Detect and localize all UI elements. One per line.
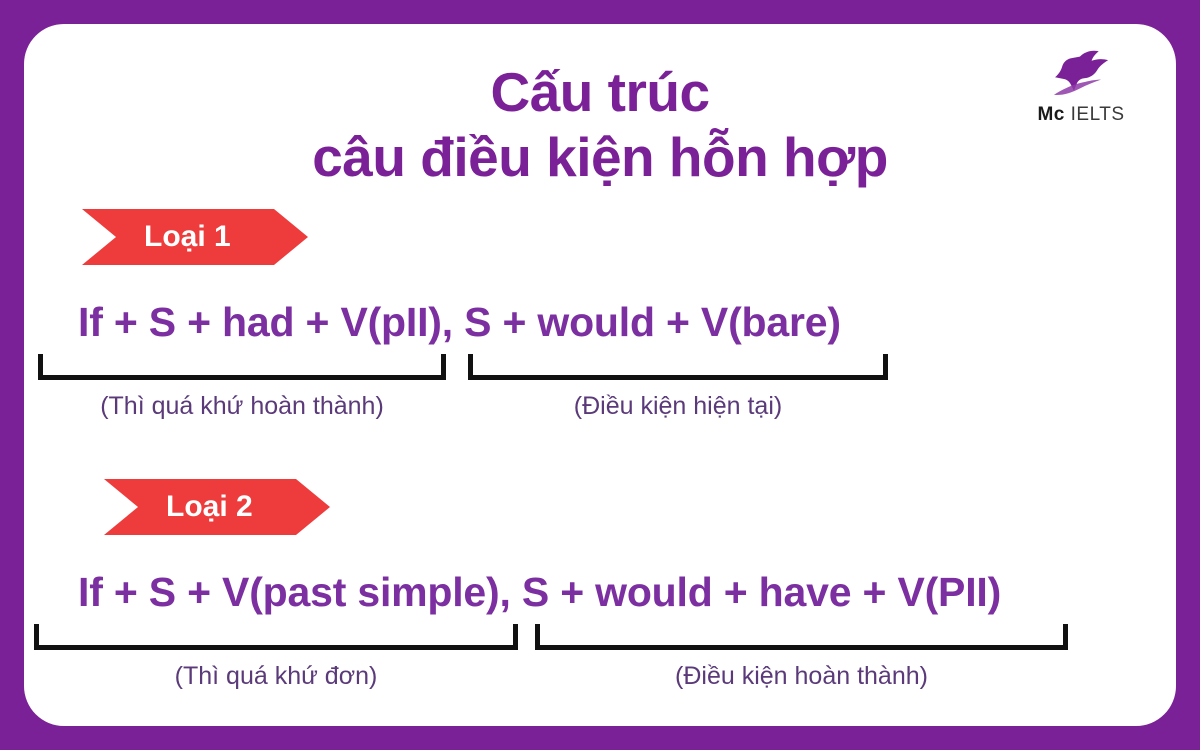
title-line-2: câu điều kiện hỗn hợp	[312, 125, 888, 188]
infographic-canvas: Mc IELTS Cấu trúc câu điều kiện hỗn hợp …	[0, 0, 1200, 750]
caption-left-type-2: (Thì quá khứ đơn)	[174, 662, 378, 690]
ribbon-banner-type-2: Loại 2	[104, 479, 330, 535]
caption-row-type-1: (Thì quá khứ hoàn thành) (Điều kiện hiện…	[24, 392, 1176, 432]
formula-type-2: If + S + V(past simple), S + would + hav…	[78, 569, 1002, 615]
bracket-row-type-2	[24, 624, 1176, 650]
ribbon-label-type-2: Loại 2	[166, 490, 253, 523]
page-title: Cấu trúc câu điều kiện hỗn hợp	[24, 60, 1176, 190]
caption-left-type-1: (Thì quá khứ hoàn thành)	[100, 392, 384, 420]
formula-type-1: If + S + had + V(pII), S + would + V(bar…	[78, 299, 841, 345]
bracket-row-type-1	[24, 354, 1176, 380]
bracket-right-type-1	[468, 354, 888, 380]
ribbon-label-type-1: Loại 1	[144, 220, 231, 253]
caption-right-type-1: (Điều kiện hiện tại)	[573, 392, 783, 420]
bracket-left-type-1	[38, 354, 446, 380]
caption-right-type-2: (Điều kiện hoàn thành)	[675, 662, 928, 690]
ribbon-banner-type-1: Loại 1	[82, 209, 308, 265]
title-line-1: Cấu trúc	[490, 61, 710, 123]
content-card: Mc IELTS Cấu trúc câu điều kiện hỗn hợp …	[24, 24, 1176, 726]
section-type-1: Loại 1 If + S + had + V(pII), S + would …	[24, 209, 1176, 432]
bracket-left-type-2	[34, 624, 518, 650]
caption-row-type-2: (Thì quá khứ đơn) (Điều kiện hoàn thành)	[24, 662, 1176, 702]
section-type-2: Loại 2 If + S + V(past simple), S + woul…	[24, 479, 1176, 702]
bracket-right-type-2	[535, 624, 1068, 650]
